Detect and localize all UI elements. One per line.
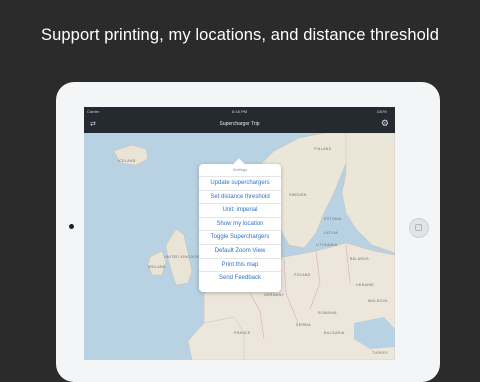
settings-popover: Settings Update superchargers Set distan… <box>199 158 281 292</box>
map-label-latvia: LATVIA <box>324 231 338 235</box>
map-label-uk: UNITED KINGDOM <box>164 255 200 259</box>
map-label-ukraine: UKRAINE <box>356 283 375 287</box>
map-label-france: FRANCE <box>234 331 251 335</box>
map-label-iceland: ICELAND <box>118 159 136 163</box>
map-label-bulgaria: BULGARIA <box>324 331 345 335</box>
map-label-belarus: BELARUS <box>350 257 369 261</box>
map-label-germany: GERMANY <box>264 293 285 297</box>
map-label-poland: POLAND <box>294 273 311 277</box>
map-label-estonia: ESTONIA <box>324 217 342 221</box>
gear-icon[interactable]: ⚙ <box>381 118 389 129</box>
camera-dot <box>69 224 74 229</box>
menu-item-toggle-superchargers[interactable]: Toggle Superchargers <box>199 231 281 245</box>
map-label-turkey: TURKEY <box>372 351 389 355</box>
menu-item-update-superchargers[interactable]: Update superchargers <box>199 177 281 191</box>
menu-item-show-my-location[interactable]: Show my location <box>199 218 281 232</box>
popover-header: Settings <box>199 164 281 177</box>
status-bar: Carrier 6:18 PM 100% <box>84 107 395 116</box>
map-label-sweden: SWEDEN <box>289 193 307 197</box>
battery-label: 100% <box>376 109 387 114</box>
app-screen: Carrier 6:18 PM 100% ⇄ Supercharger Trip… <box>84 107 395 360</box>
home-button[interactable] <box>409 218 429 238</box>
map-label-serbia: SERBIA <box>296 323 311 327</box>
map-label-finland: FINLAND <box>314 147 332 151</box>
menu-item-set-distance-threshold[interactable]: Set distance threshold <box>199 191 281 205</box>
map-label-lithuania: LITHUANIA <box>316 243 338 247</box>
nav-title: Supercharger Trip <box>219 121 260 127</box>
map-label-romania: ROMANIA <box>318 311 337 315</box>
map-label-moldova: MOLDOVA <box>368 299 388 303</box>
menu-item-default-zoom-view[interactable]: Default Zoom View <box>199 245 281 259</box>
headline: Support printing, my locations, and dist… <box>41 26 439 44</box>
map-label-ireland: IRELAND <box>148 265 166 269</box>
time-label: 6:18 PM <box>232 109 247 114</box>
menu-item-print-map[interactable]: Print this map <box>199 259 281 273</box>
menu-item-unit[interactable]: Unit: imperial <box>199 204 281 218</box>
nav-bar: ⇄ Supercharger Trip ⚙ <box>84 116 395 133</box>
menu-item-send-feedback[interactable]: Send Feedback <box>199 272 281 285</box>
